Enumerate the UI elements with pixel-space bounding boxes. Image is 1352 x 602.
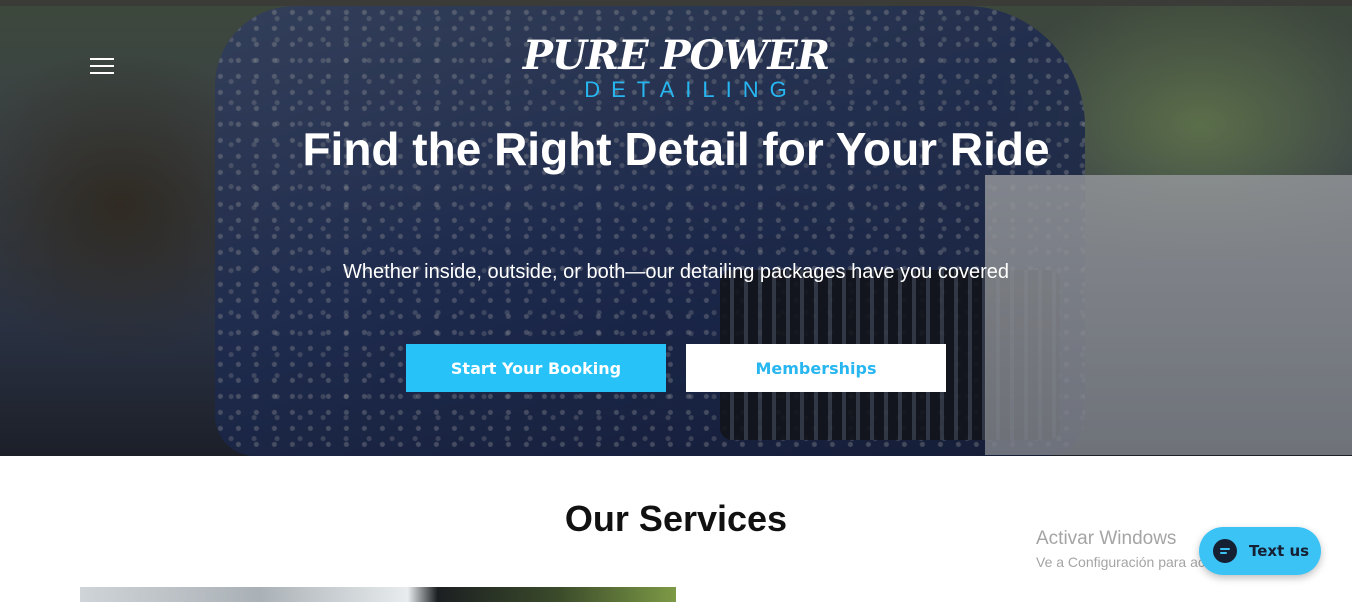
memberships-button[interactable]: Memberships <box>686 344 946 392</box>
hamburger-menu-icon[interactable] <box>88 55 116 79</box>
chat-button-label: Text us <box>1249 542 1310 560</box>
hero-subtitle: Whether inside, outside, or both—our det… <box>343 261 1009 283</box>
text-us-chat-button[interactable]: Text us <box>1199 527 1321 575</box>
service-card-image[interactable] <box>80 587 676 602</box>
menu-line <box>90 65 114 67</box>
menu-line <box>90 72 114 74</box>
start-booking-button[interactable]: Start Your Booking <box>406 344 666 392</box>
logo-sub-text: DETAILING <box>584 77 798 102</box>
brand-logo[interactable]: PURE POWER DETAILING <box>506 34 846 104</box>
chat-bubble-icon <box>1213 539 1237 563</box>
menu-line <box>90 58 114 60</box>
hero-title: Find the Right Detail for Your Ride <box>302 123 1050 175</box>
logo-main-text: PURE POWER <box>522 32 830 79</box>
